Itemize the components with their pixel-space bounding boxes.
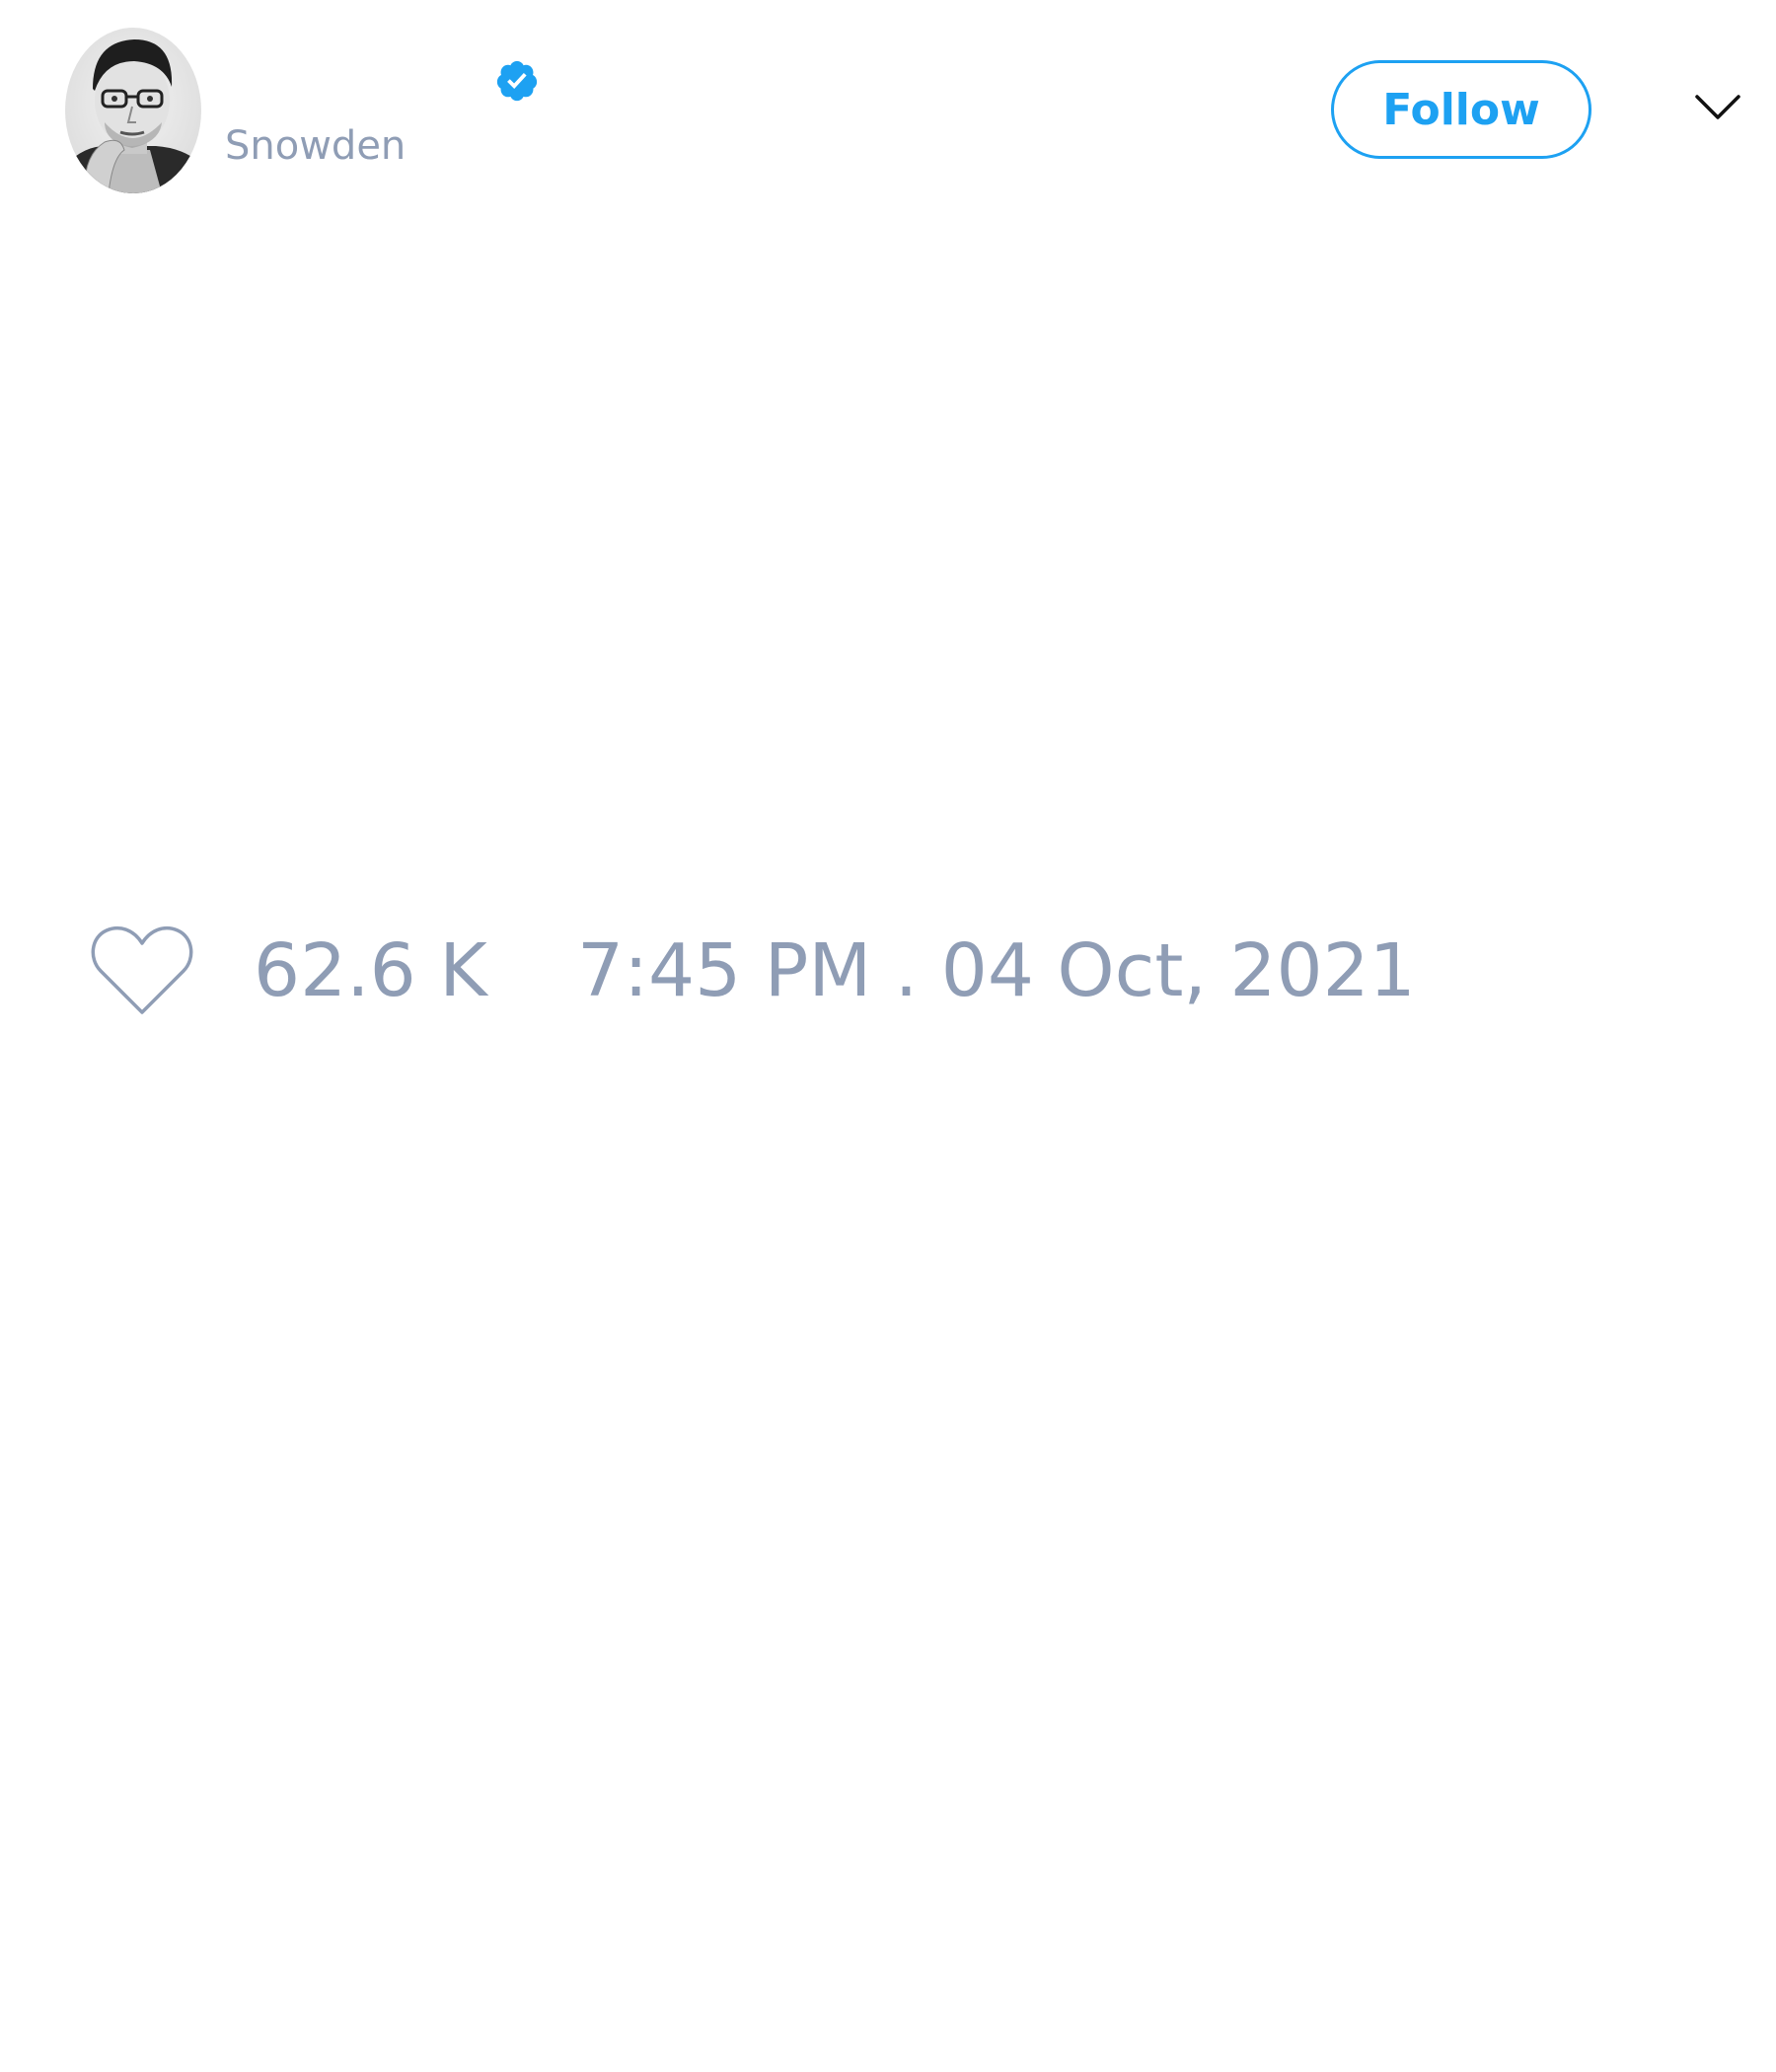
chevron-down-icon[interactable]	[1693, 89, 1742, 124]
follow-button[interactable]: Follow	[1331, 60, 1591, 159]
like-count: 62.6 K	[254, 928, 487, 1013]
avatar-photo	[65, 28, 201, 193]
heart-icon[interactable]	[89, 922, 195, 1020]
tweet-actions-row: 62.6 K 7:45 PM . 04 Oct, 2021	[0, 918, 1776, 1036]
verified-badge-icon	[496, 60, 538, 102]
avatar[interactable]	[65, 28, 201, 193]
tweet-timestamp[interactable]: 7:45 PM . 04 Oct, 2021	[577, 927, 1416, 1015]
author-handle[interactable]: Snowden	[225, 126, 406, 166]
